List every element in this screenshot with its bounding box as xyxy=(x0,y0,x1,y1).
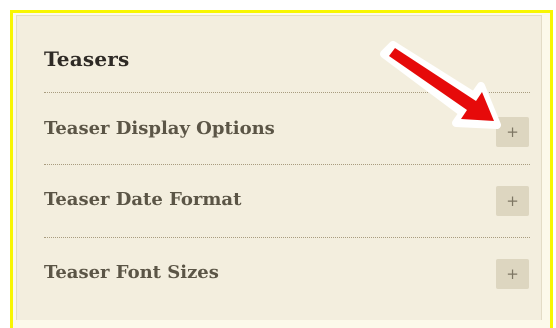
divider xyxy=(44,164,530,165)
teaser-display-options-label[interactable]: Teaser Display Options xyxy=(44,118,275,139)
teaser-font-sizes-label[interactable]: Teaser Font Sizes xyxy=(44,262,219,283)
teaser-date-format-label[interactable]: Teaser Date Format xyxy=(44,189,241,210)
divider xyxy=(44,237,530,238)
teaser-font-sizes-expand-button[interactable]: + xyxy=(496,259,529,289)
teaser-display-options-expand-button[interactable]: + xyxy=(496,117,529,147)
panel-title: Teasers xyxy=(44,47,130,71)
teaser-date-format-expand-button[interactable]: + xyxy=(496,186,529,216)
teasers-panel: Teasers Teaser Display Options + Teaser … xyxy=(16,15,542,320)
divider xyxy=(44,92,530,93)
